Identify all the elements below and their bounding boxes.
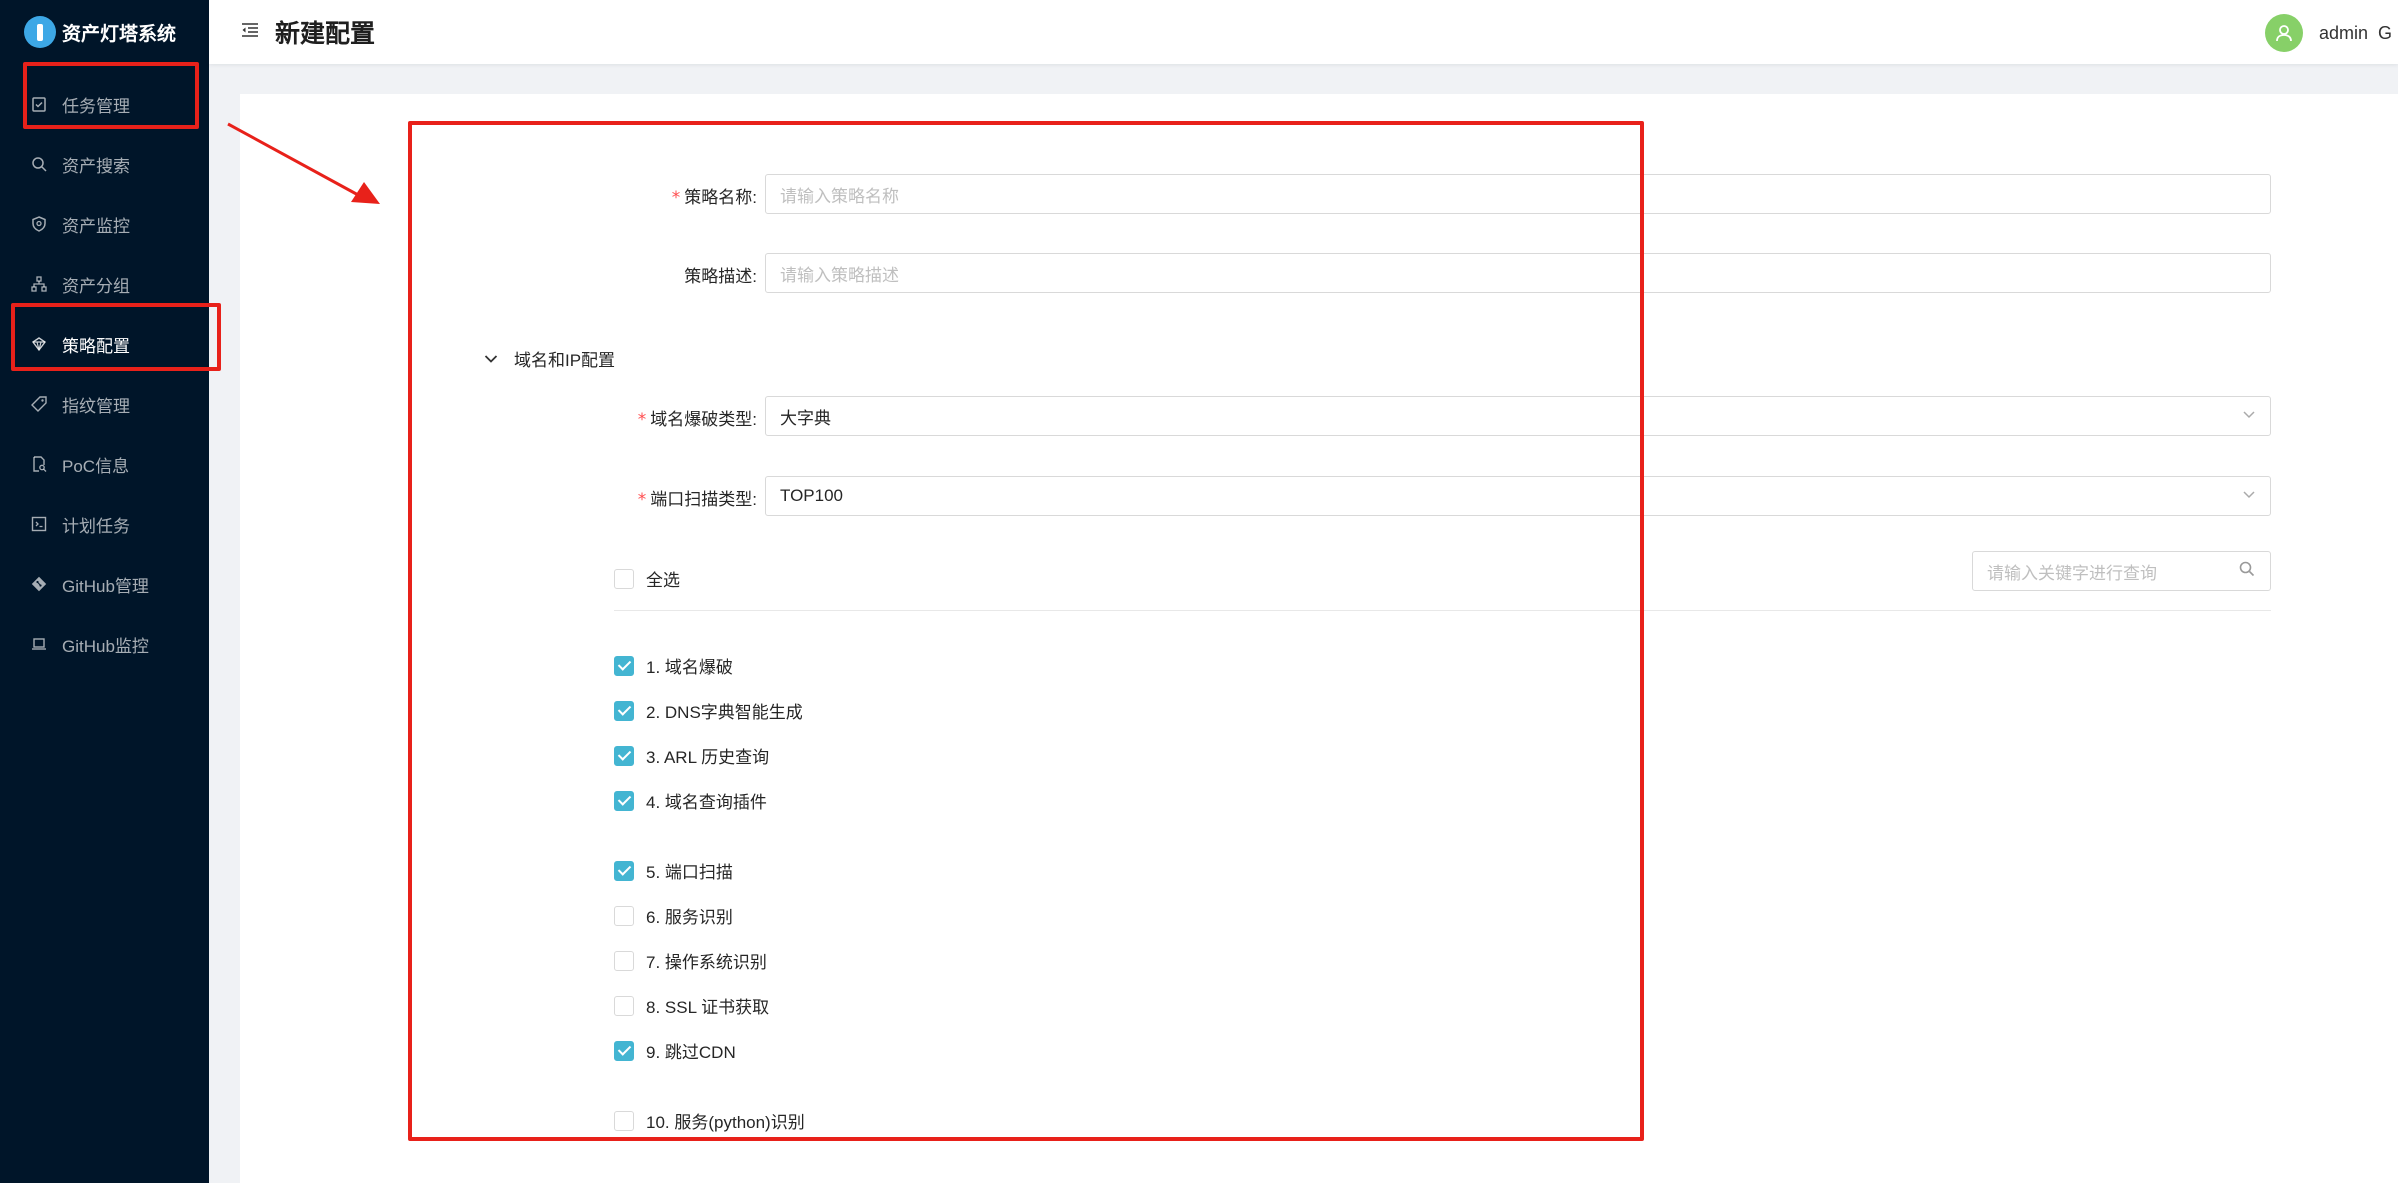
option-label: 2. DNS字典智能生成 [646,703,803,722]
sidebar-item-label: 资产监控 [62,216,130,236]
port-scan-select[interactable]: TOP100 [765,476,2271,516]
option-label: 5. 端口扫描 [646,863,733,882]
sidebar-item-github-monitor[interactable]: GitHub监控 [0,614,209,674]
app-logo[interactable]: 资产灯塔系统 [0,0,209,64]
option-domain-plugin[interactable]: 4. 域名查询插件 [614,788,767,813]
option-arl-history[interactable]: 3. ARL 历史查询 [614,743,769,768]
avatar[interactable] [2264,14,2303,52]
user-name[interactable]: admin [2319,23,2368,44]
top-header: 新建配置 admin G [209,0,2398,64]
github-icon [30,575,48,593]
option-label: 10. 服务(python)识别 [646,1113,805,1132]
option-label: 4. 域名查询插件 [646,793,767,812]
required-mark: * [637,410,647,430]
option-domain-brute[interactable]: 1. 域名爆破 [614,653,733,678]
sidebar-menu: 任务管理 资产搜索 资产监控 资产分组 策略配置 指纹管理 PoC信息 计划任务… [0,74,209,674]
checkbox[interactable] [614,995,634,1016]
app-title: 资产灯塔系统 [62,23,177,45]
option-label: 9. 跳过CDN [646,1043,736,1062]
placeholder: 请输入策略描述 [780,265,899,285]
keyword-search-input[interactable]: 请输入关键字进行查询 [1972,551,2271,591]
select-value: 大字典 [780,408,831,428]
chevron-down-icon [2242,487,2256,504]
option-python-service[interactable]: 10. 服务(python)识别 [614,1108,805,1133]
checkbox[interactable] [614,568,634,589]
file-search-icon [30,455,48,473]
option-service-detect[interactable]: 6. 服务识别 [614,903,733,928]
policy-icon [30,335,48,353]
annotation-arrow-icon [227,122,380,204]
form-row-port-scan: * 端口扫描类型: TOP100 [0,476,2398,516]
option-os-detect[interactable]: 7. 操作系统识别 [614,948,767,973]
field-label-desc: 策略描述: [684,267,757,286]
placeholder: 请输入策略名称 [780,186,899,206]
option-dns-dict[interactable]: 2. DNS字典智能生成 [614,698,803,723]
sidebar-item-label: 策略配置 [62,336,130,356]
search-icon [30,155,48,173]
sidebar-item-github-management[interactable]: GitHub管理 [0,554,209,614]
label-text: 域名爆破类型: [650,410,757,429]
form-row-desc: 策略描述: 请输入策略描述 [0,253,2398,293]
form-row-domain-brute: * 域名爆破类型: 大字典 [0,396,2398,436]
field-label-domain-brute: * 域名爆破类型: [638,405,757,430]
checkbox-checked[interactable] [614,745,634,766]
field-label-name: * 策略名称: [672,183,757,208]
placeholder: 请输入关键字进行查询 [1987,563,2157,583]
chevron-down-icon[interactable] [484,351,498,367]
required-mark: * [637,490,647,510]
field-label-port-scan: * 端口扫描类型: [638,485,757,510]
sidebar-item-label: 任务管理 [62,96,130,116]
option-port-scan[interactable]: 5. 端口扫描 [614,858,733,883]
option-label: 6. 服务识别 [646,908,733,927]
option-skip-cdn[interactable]: 9. 跳过CDN [614,1038,736,1063]
option-label: 3. ARL 历史查询 [646,748,770,767]
sidebar-item-label: GitHub管理 [62,576,149,596]
checkbox[interactable] [614,905,634,926]
sidebar-item-policy-config[interactable]: 策略配置 [0,314,209,374]
header-trailing-text[interactable]: G [2378,23,2398,44]
required-mark: * [671,188,681,208]
label-text: 策略名称: [684,188,757,207]
select-value: TOP100 [780,486,844,505]
option-ssl-cert[interactable]: 8. SSL 证书获取 [614,993,769,1018]
section-domain-ip[interactable]: 域名和IP配置 [484,346,615,371]
chevron-down-icon [2242,407,2256,424]
checkbox-checked[interactable] [614,790,634,811]
select-all-checkbox[interactable]: 全选 [614,566,680,591]
task-icon [30,95,48,113]
page-title: 新建配置 [275,20,376,48]
option-label: 8. SSL 证书获取 [646,998,770,1017]
policy-desc-input[interactable]: 请输入策略描述 [765,253,2271,293]
checkbox-checked[interactable] [614,700,634,721]
checkbox-label: 全选 [646,571,680,590]
checkbox-checked[interactable] [614,655,634,676]
code-icon [30,515,48,533]
checkbox[interactable] [614,950,634,971]
menu-fold-icon[interactable] [241,21,263,44]
checkbox-checked[interactable] [614,1040,634,1061]
checkbox-checked[interactable] [614,860,634,881]
divider [614,610,2271,611]
policy-name-input[interactable]: 请输入策略名称 [765,174,2271,214]
sidebar-item-label: GitHub监控 [62,636,149,656]
laptop-icon [30,635,48,653]
checkbox[interactable] [614,1110,634,1131]
lighthouse-logo-icon [24,16,56,48]
monitor-icon [30,215,48,233]
user-menu[interactable]: admin G [2264,14,2398,52]
label-text: 端口扫描类型: [650,490,757,509]
option-label: 7. 操作系统识别 [646,953,767,972]
user-icon [2276,25,2292,42]
sidebar-item-label: PoC信息 [62,456,130,476]
section-title: 域名和IP配置 [514,351,616,370]
sidebar-item-label: 资产搜索 [62,156,130,176]
domain-brute-select[interactable]: 大字典 [765,396,2271,436]
sidebar-item-task-management[interactable]: 任务管理 [0,74,209,134]
option-label: 1. 域名爆破 [646,658,733,677]
search-icon[interactable] [2238,560,2258,580]
